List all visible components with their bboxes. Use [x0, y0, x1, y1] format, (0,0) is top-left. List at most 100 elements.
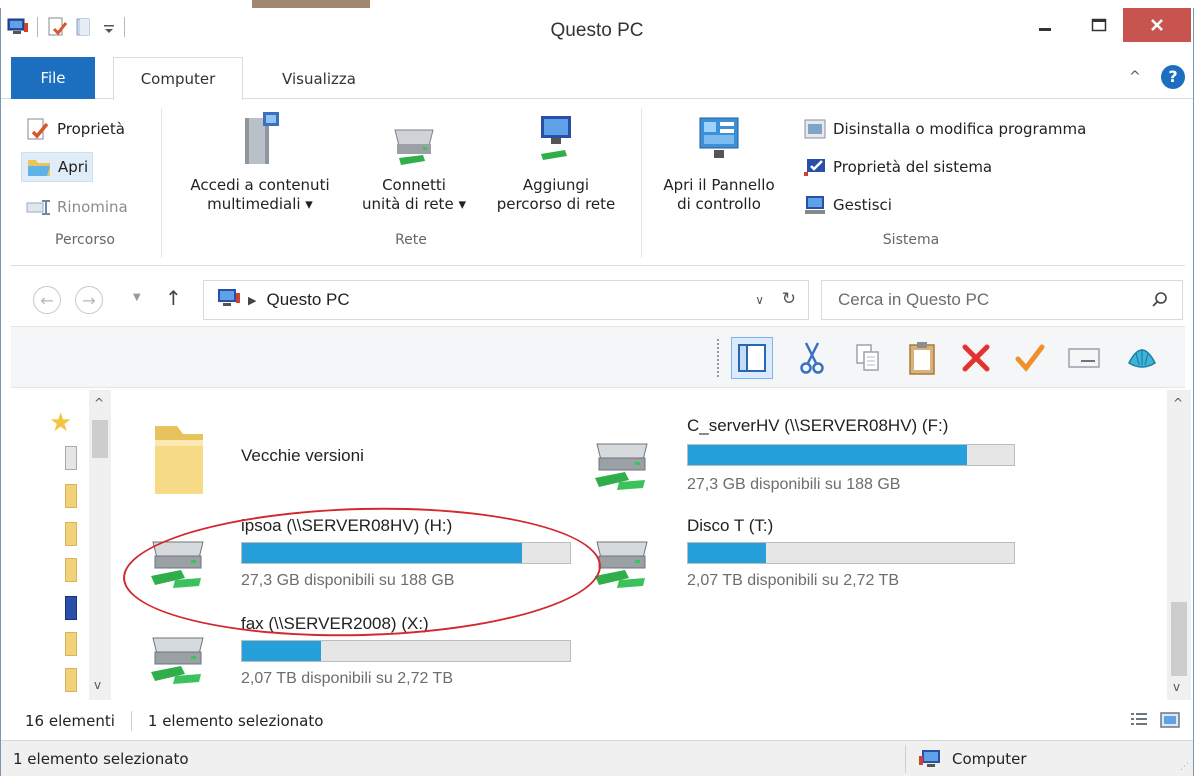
item-count: 16 elementi [25, 712, 115, 730]
paste-button[interactable] [901, 337, 943, 379]
scrollbar-thumb[interactable] [92, 420, 108, 458]
file-list-scrollbar[interactable]: ^ v [1167, 390, 1191, 700]
control-panel-label-1: Apri il Pannello [663, 176, 775, 194]
resize-grip-icon[interactable]: ⋰ [1180, 762, 1189, 772]
item-name: fax (\\SERVER2008) (X:) [241, 614, 429, 633]
nav-pane-scrollbar[interactable]: ^ v [89, 390, 111, 700]
window-title: Questo PC [550, 20, 644, 41]
shell-icon [1128, 349, 1156, 368]
delete-button[interactable] [955, 337, 997, 379]
preview-pane-button[interactable] [731, 337, 773, 379]
uninstall-program-button[interactable]: Disinstalla o modifica programma [799, 114, 1090, 144]
favorites-star-icon[interactable]: ★ [49, 408, 72, 438]
computer-icon [216, 287, 242, 313]
control-panel-label-2: di controllo [677, 195, 761, 213]
ribbon-computer: Proprietà Apri Rinomina Percorso Accedi … [11, 100, 1185, 266]
breadcrumb-arrow-icon[interactable]: ▶ [248, 294, 256, 307]
tab-computer[interactable]: Computer [113, 57, 243, 100]
control-panel-button[interactable]: Apri il Pannello di controllo [649, 110, 789, 214]
search-input[interactable] [822, 290, 1132, 310]
copy-icon [856, 344, 879, 371]
status-message: 1 elemento selezionato [13, 749, 189, 768]
drive-capacity-bar [687, 444, 1015, 466]
map-network-drive-button[interactable]: Connetti unità di rete ▾ [351, 110, 477, 214]
ribbon-collapse-icon[interactable]: ^ [1129, 69, 1141, 85]
control-panel-icon [699, 117, 739, 158]
address-history-dropdown[interactable]: ∨ [755, 293, 764, 307]
forward-button[interactable]: → [75, 286, 103, 314]
refresh-icon[interactable]: ↻ [782, 289, 796, 309]
maximize-icon [1091, 18, 1107, 32]
status-zone: Computer [905, 745, 1027, 773]
tab-file[interactable]: File [11, 57, 95, 99]
list-item[interactable]: fax (\\SERVER2008) (X:) 2,07 TB disponib… [141, 608, 571, 698]
system-properties-button[interactable]: Proprietà del sistema [799, 152, 996, 182]
search-box [821, 280, 1183, 320]
nav-tree-item-icon[interactable] [65, 446, 77, 470]
up-button[interactable]: ↑ [165, 286, 182, 310]
confirm-button[interactable] [1009, 337, 1051, 379]
toolbar-grip [717, 339, 721, 377]
drive-free-space: 2,07 TB disponibili su 2,72 TB [241, 670, 453, 687]
tab-visualizza[interactable]: Visualizza [259, 57, 379, 100]
add-network-location-button[interactable]: Aggiungi percorso di rete [481, 110, 631, 214]
nav-folder-icon[interactable] [65, 632, 77, 656]
title-bar: Questo PC [1, 8, 1193, 51]
shell-button[interactable] [1121, 337, 1163, 379]
nav-computer-icon[interactable] [65, 596, 77, 620]
address-bar[interactable]: ▶ Questo PC ∨ ↻ [203, 280, 809, 320]
custom-toolbar [11, 326, 1185, 388]
network-drive-icon [595, 541, 648, 588]
map-network-drive-label-2: unità di rete ▾ [362, 195, 466, 213]
nav-folder-icon[interactable] [65, 668, 77, 692]
list-item[interactable]: Disco T (T:) 2,07 TB disponibili su 2,72… [589, 510, 1015, 600]
explorer-status-bar: 16 elementi 1 elemento selezionato [11, 702, 1191, 740]
properties-label: Proprietà [57, 120, 125, 138]
copy-button[interactable] [847, 337, 889, 379]
close-icon [1151, 19, 1163, 31]
layout-pane-icon [738, 344, 766, 372]
scroll-up-icon[interactable]: ^ [94, 396, 104, 410]
nav-folder-icon[interactable] [65, 558, 77, 582]
scroll-down-icon[interactable]: v [1173, 680, 1180, 694]
add-network-location-label-2: percorso di rete [496, 195, 616, 213]
scroll-up-icon[interactable]: ^ [1173, 396, 1183, 410]
nav-folder-icon[interactable] [65, 484, 77, 508]
rename-toolbar-button[interactable] [1063, 337, 1105, 379]
manage-label: Gestisci [833, 196, 892, 214]
navigation-pane: ★ ^ v [11, 390, 111, 700]
breadcrumb-questo-pc[interactable]: Questo PC [266, 290, 349, 310]
drive-capacity-fill [242, 641, 321, 661]
help-icon[interactable]: ? [1161, 65, 1185, 89]
window-status-bar: 1 elemento selezionato Computer ⋰ [1, 740, 1193, 776]
explorer-window: Questo PC File Computer Visualizza ^ ? P… [0, 8, 1194, 776]
nav-folder-icon[interactable] [65, 522, 77, 546]
manage-button[interactable]: Gestisci [799, 190, 896, 220]
arrow-right-icon: → [82, 290, 96, 310]
close-button[interactable] [1123, 8, 1191, 42]
list-item[interactable]: C_serverHV (\\SERVER08HV) (F:) 27,3 GB d… [589, 410, 1015, 500]
group-label-percorso: Percorso [55, 232, 115, 248]
back-button[interactable]: ← [33, 286, 61, 314]
scrollbar-thumb[interactable] [1171, 602, 1187, 676]
drive-capacity-bar [241, 640, 571, 662]
large-icons-view-icon[interactable] [1159, 710, 1181, 730]
drive-capacity-bar [241, 542, 571, 564]
open-button[interactable]: Apri [21, 152, 94, 182]
scroll-down-icon[interactable]: v [94, 678, 101, 692]
map-network-drive-label-1: Connetti [382, 176, 446, 194]
maximize-button[interactable] [1073, 8, 1125, 42]
network-location-icon [541, 116, 571, 160]
recent-locations-button[interactable]: ▼ [133, 292, 141, 303]
media-access-button[interactable]: Accedi a contenuti multimediali ▾ [175, 110, 345, 214]
properties-button[interactable]: Proprietà [21, 114, 129, 144]
list-item[interactable]: Vecchie versioni [141, 412, 561, 502]
cut-button[interactable] [791, 337, 833, 379]
minimize-button[interactable] [1019, 8, 1071, 42]
details-view-icon[interactable] [1129, 710, 1149, 730]
group-separator [641, 108, 642, 258]
rename-button[interactable]: Rinomina [21, 192, 132, 222]
list-item[interactable]: ipsoa (\\SERVER08HV) (H:) 27,3 GB dispon… [141, 510, 571, 600]
search-icon[interactable] [1150, 290, 1170, 314]
open-label: Apri [58, 158, 89, 176]
